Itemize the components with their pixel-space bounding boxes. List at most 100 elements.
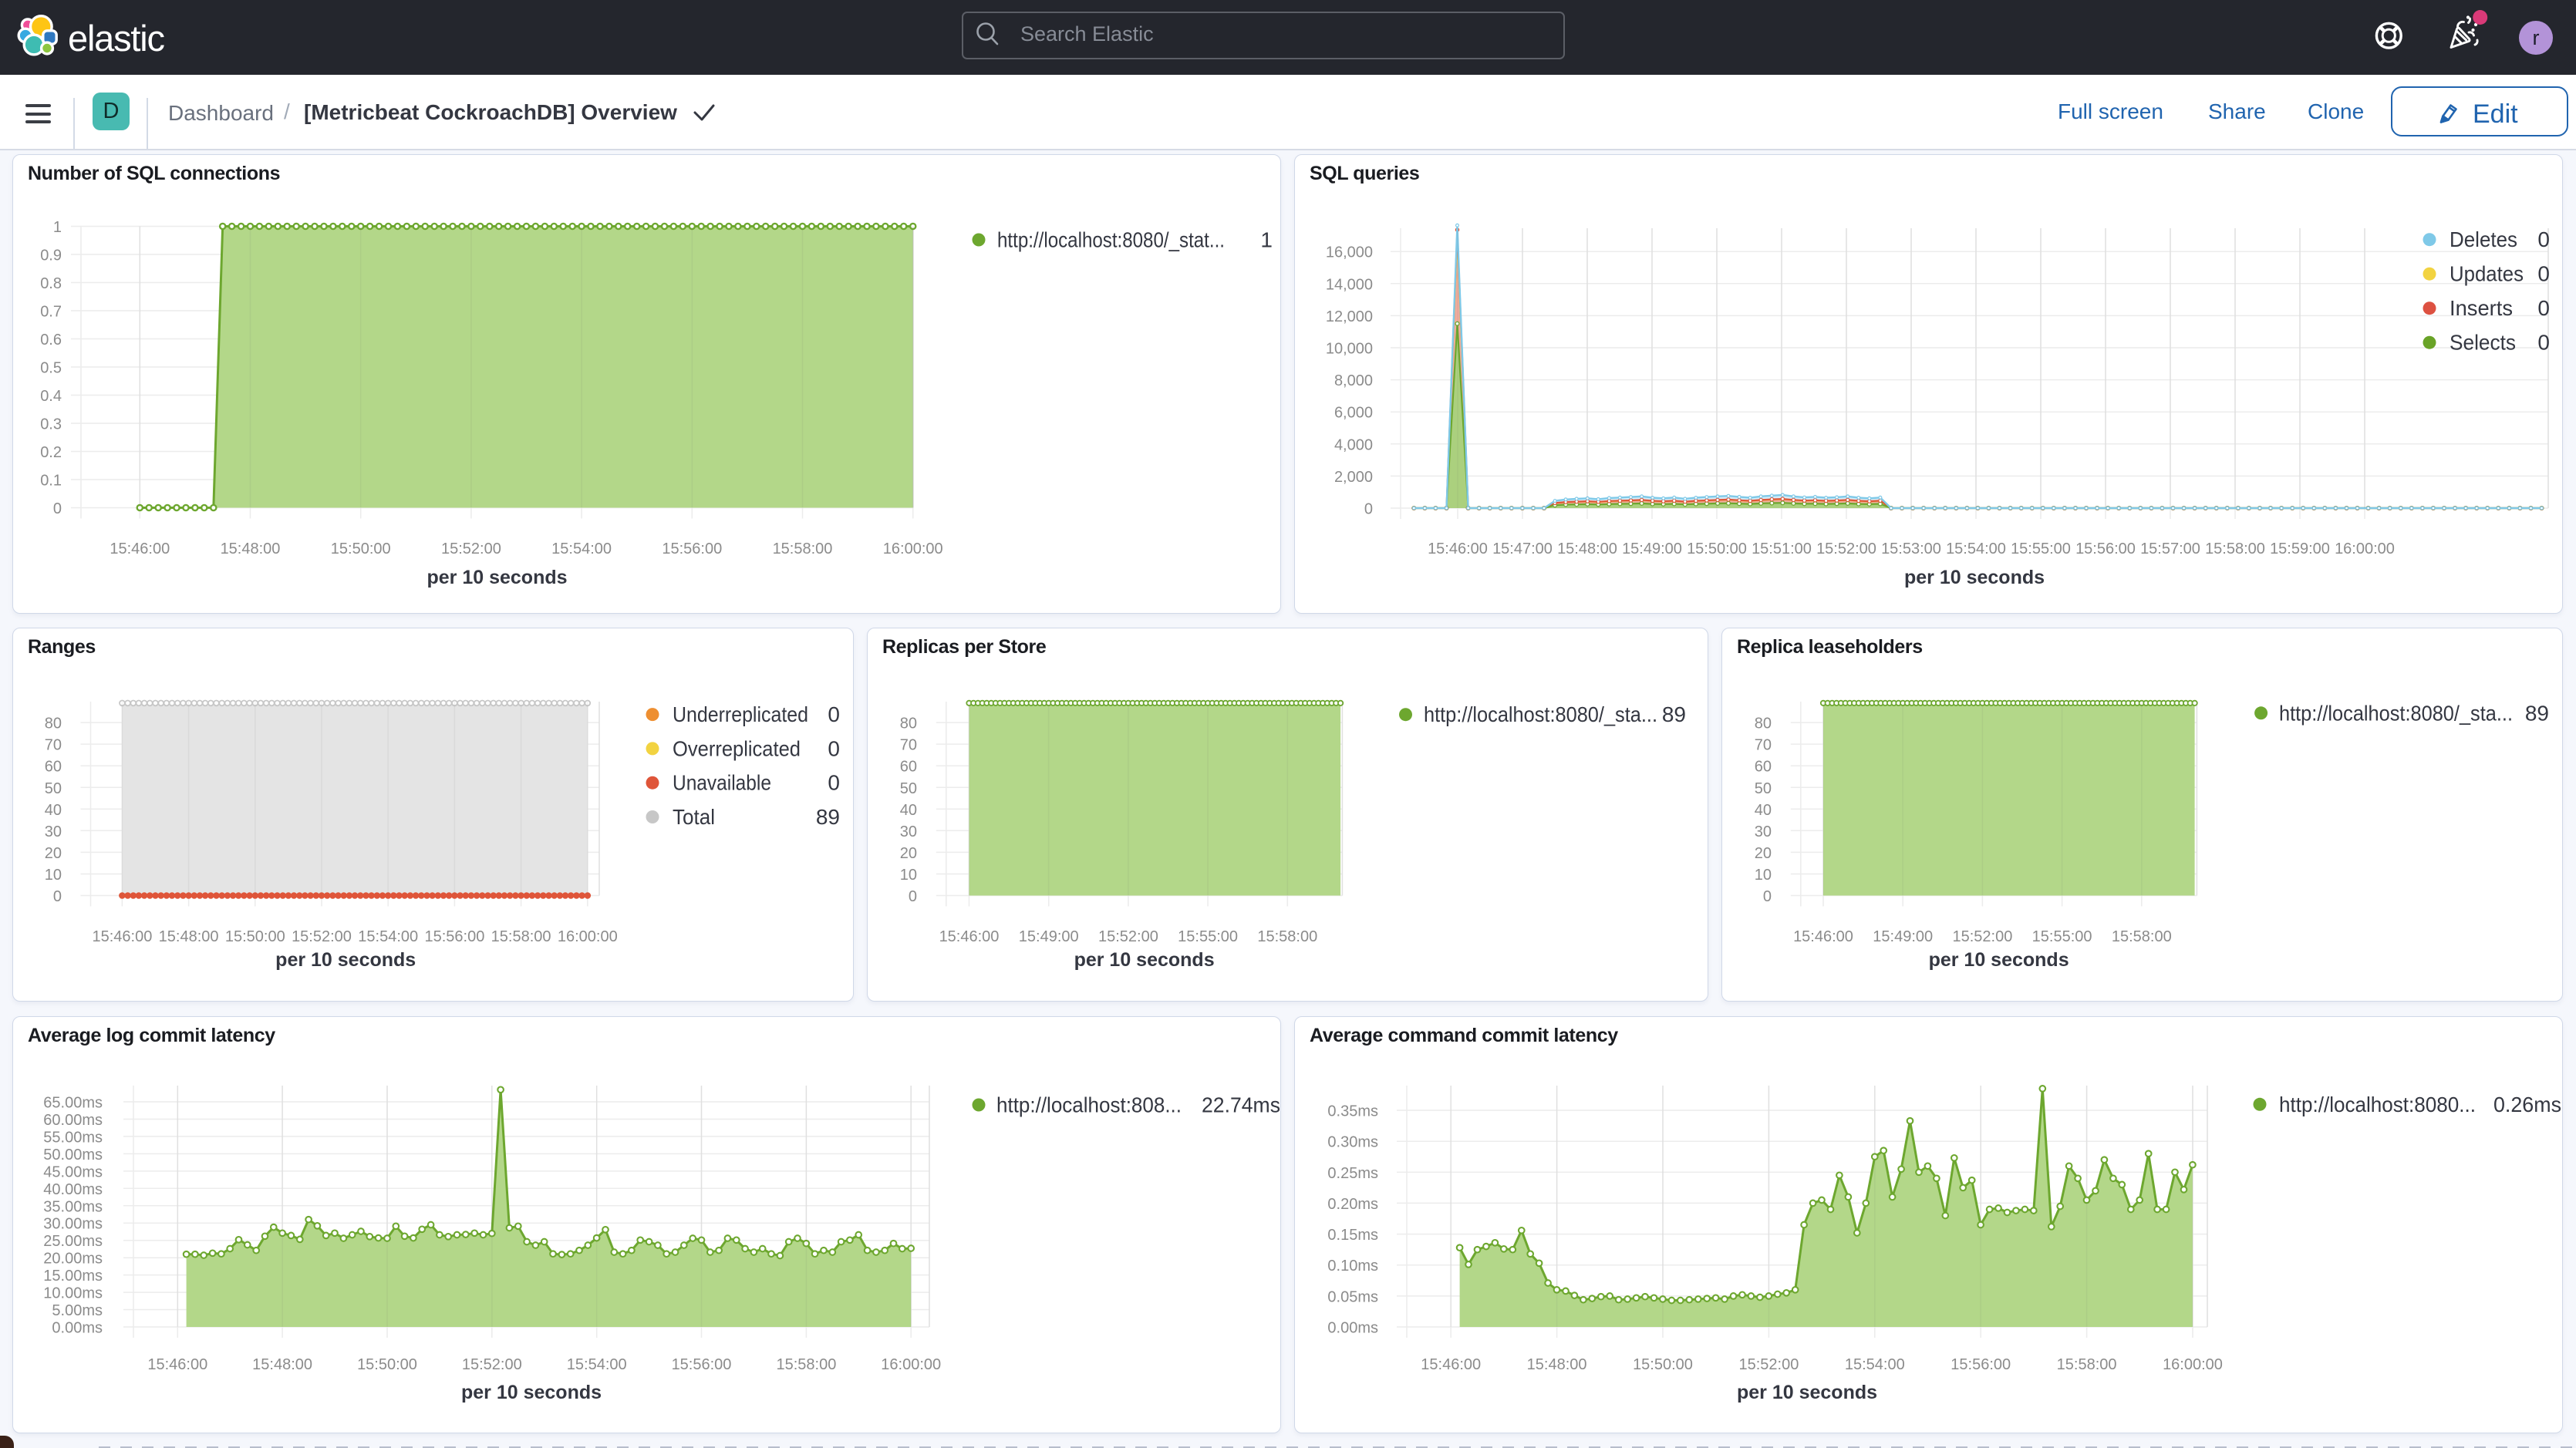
- svg-text:1: 1: [1260, 228, 1273, 252]
- svg-text:15:58:00: 15:58:00: [776, 1356, 836, 1373]
- svg-text:80: 80: [900, 716, 917, 732]
- svg-text:30: 30: [45, 823, 62, 840]
- svg-text:15:54:00: 15:54:00: [1845, 1356, 1905, 1373]
- svg-text:20: 20: [900, 845, 917, 862]
- svg-text:0.26ms: 0.26ms: [2493, 1093, 2561, 1116]
- svg-text:0.1: 0.1: [40, 473, 62, 490]
- svg-text:0: 0: [53, 500, 62, 517]
- svg-text:15.00ms: 15.00ms: [43, 1268, 103, 1285]
- svg-text:0: 0: [828, 702, 840, 726]
- svg-text:per 10 seconds: per 10 seconds: [275, 949, 416, 971]
- svg-text:20: 20: [1755, 845, 1772, 862]
- svg-text:15:58:00: 15:58:00: [2205, 540, 2265, 557]
- svg-text:1: 1: [53, 219, 62, 236]
- svg-text:15:56:00: 15:56:00: [424, 928, 484, 945]
- svg-text:http://localhost:808...: http://localhost:808...: [996, 1093, 1182, 1117]
- svg-text:16:00:00: 16:00:00: [881, 1356, 941, 1373]
- svg-text:0.15ms: 0.15ms: [1327, 1227, 1378, 1244]
- svg-text:0: 0: [53, 888, 62, 905]
- svg-text:15:52:00: 15:52:00: [1098, 928, 1158, 945]
- svg-text:15:56:00: 15:56:00: [1951, 1356, 2011, 1373]
- svg-text:70: 70: [1755, 737, 1772, 754]
- svg-text:0.2: 0.2: [40, 444, 62, 461]
- svg-text:Total: Total: [673, 805, 715, 829]
- svg-text:Unavailable: Unavailable: [673, 771, 771, 795]
- svg-text:Deletes: Deletes: [2450, 227, 2517, 251]
- svg-text:0.10ms: 0.10ms: [1327, 1258, 1378, 1275]
- svg-text:Inserts: Inserts: [2450, 296, 2513, 320]
- svg-text:50: 50: [45, 780, 62, 797]
- svg-text:15:53:00: 15:53:00: [1881, 540, 1941, 557]
- svg-text:15:48:00: 15:48:00: [221, 540, 281, 557]
- svg-text:15:48:00: 15:48:00: [252, 1356, 312, 1373]
- svg-text:30: 30: [900, 823, 917, 840]
- svg-text:16,000: 16,000: [1326, 244, 1373, 261]
- svg-text:22.74ms: 22.74ms: [1202, 1093, 1280, 1117]
- svg-text:89: 89: [1662, 702, 1686, 726]
- svg-text:15:49:00: 15:49:00: [1622, 540, 1682, 557]
- svg-text:15:52:00: 15:52:00: [1816, 540, 1876, 557]
- svg-text:0.6: 0.6: [40, 332, 62, 349]
- svg-text:15:50:00: 15:50:00: [1633, 1356, 1693, 1373]
- svg-text:16:00:00: 16:00:00: [558, 928, 618, 945]
- svg-text:0.3: 0.3: [40, 416, 62, 433]
- svg-text:Overreplicated: Overreplicated: [673, 736, 801, 760]
- svg-text:14,000: 14,000: [1326, 276, 1373, 293]
- svg-text:16:00:00: 16:00:00: [2335, 540, 2395, 557]
- svg-text:15:58:00: 15:58:00: [1257, 928, 1317, 945]
- svg-text:80: 80: [45, 716, 62, 732]
- svg-text:15:46:00: 15:46:00: [110, 540, 170, 557]
- svg-text:70: 70: [900, 737, 917, 754]
- svg-text:0.8: 0.8: [40, 275, 62, 292]
- svg-text:15:46:00: 15:46:00: [1428, 540, 1488, 557]
- svg-text:0: 0: [828, 771, 840, 795]
- svg-text:10: 10: [900, 867, 917, 884]
- svg-text:15:46:00: 15:46:00: [1421, 1356, 1481, 1373]
- svg-text:http://localhost:8080/_sta...: http://localhost:8080/_sta...: [1424, 702, 1657, 726]
- svg-text:5.00ms: 5.00ms: [52, 1302, 103, 1319]
- svg-text:15:58:00: 15:58:00: [2112, 928, 2172, 945]
- svg-text:15:48:00: 15:48:00: [1527, 1356, 1587, 1373]
- svg-text:15:54:00: 15:54:00: [567, 1356, 627, 1373]
- svg-text:4,000: 4,000: [1334, 436, 1373, 453]
- svg-text:15:56:00: 15:56:00: [662, 540, 722, 557]
- svg-text:6,000: 6,000: [1334, 405, 1373, 422]
- svg-text:0.00ms: 0.00ms: [52, 1320, 103, 1337]
- svg-text:8,000: 8,000: [1334, 372, 1373, 389]
- svg-text:65.00ms: 65.00ms: [43, 1095, 103, 1112]
- svg-text:89: 89: [2525, 701, 2549, 725]
- svg-text:0.9: 0.9: [40, 248, 62, 264]
- svg-text:15:58:00: 15:58:00: [2057, 1356, 2117, 1373]
- svg-text:0.25ms: 0.25ms: [1327, 1165, 1378, 1182]
- svg-text:per 10 seconds: per 10 seconds: [1929, 949, 2069, 971]
- svg-text:15:59:00: 15:59:00: [2270, 540, 2330, 557]
- svg-text:15:50:00: 15:50:00: [1687, 540, 1747, 557]
- svg-text:0.00ms: 0.00ms: [1327, 1320, 1378, 1337]
- svg-text:20: 20: [45, 845, 62, 862]
- svg-text:Selects: Selects: [2450, 331, 2516, 355]
- svg-text:per 10 seconds: per 10 seconds: [461, 1382, 602, 1403]
- svg-text:80: 80: [1755, 716, 1772, 732]
- svg-text:15:46:00: 15:46:00: [147, 1356, 207, 1373]
- svg-text:0.05ms: 0.05ms: [1327, 1288, 1378, 1305]
- svg-text:15:55:00: 15:55:00: [1178, 928, 1238, 945]
- svg-text:15:52:00: 15:52:00: [462, 1356, 522, 1373]
- svg-text:15:50:00: 15:50:00: [225, 928, 285, 945]
- svg-text:50: 50: [1755, 780, 1772, 797]
- svg-text:15:46:00: 15:46:00: [1793, 928, 1853, 945]
- svg-text:25.00ms: 25.00ms: [43, 1233, 103, 1250]
- svg-text:40: 40: [900, 802, 917, 819]
- svg-text:15:55:00: 15:55:00: [2032, 928, 2092, 945]
- svg-text:15:50:00: 15:50:00: [357, 1356, 417, 1373]
- svg-text:Underreplicated: Underreplicated: [673, 702, 808, 726]
- svg-text:40.00ms: 40.00ms: [43, 1181, 103, 1198]
- svg-text:0: 0: [1763, 888, 1772, 905]
- svg-text:40: 40: [1755, 802, 1772, 819]
- svg-text:http://localhost:8080...: http://localhost:8080...: [2279, 1093, 2476, 1116]
- svg-text:15:55:00: 15:55:00: [2011, 540, 2071, 557]
- svg-text:10: 10: [1755, 867, 1772, 884]
- svg-text:12,000: 12,000: [1326, 308, 1373, 325]
- svg-text:89: 89: [816, 805, 840, 829]
- svg-text:15:49:00: 15:49:00: [1873, 928, 1933, 945]
- svg-text:60.00ms: 60.00ms: [43, 1112, 103, 1129]
